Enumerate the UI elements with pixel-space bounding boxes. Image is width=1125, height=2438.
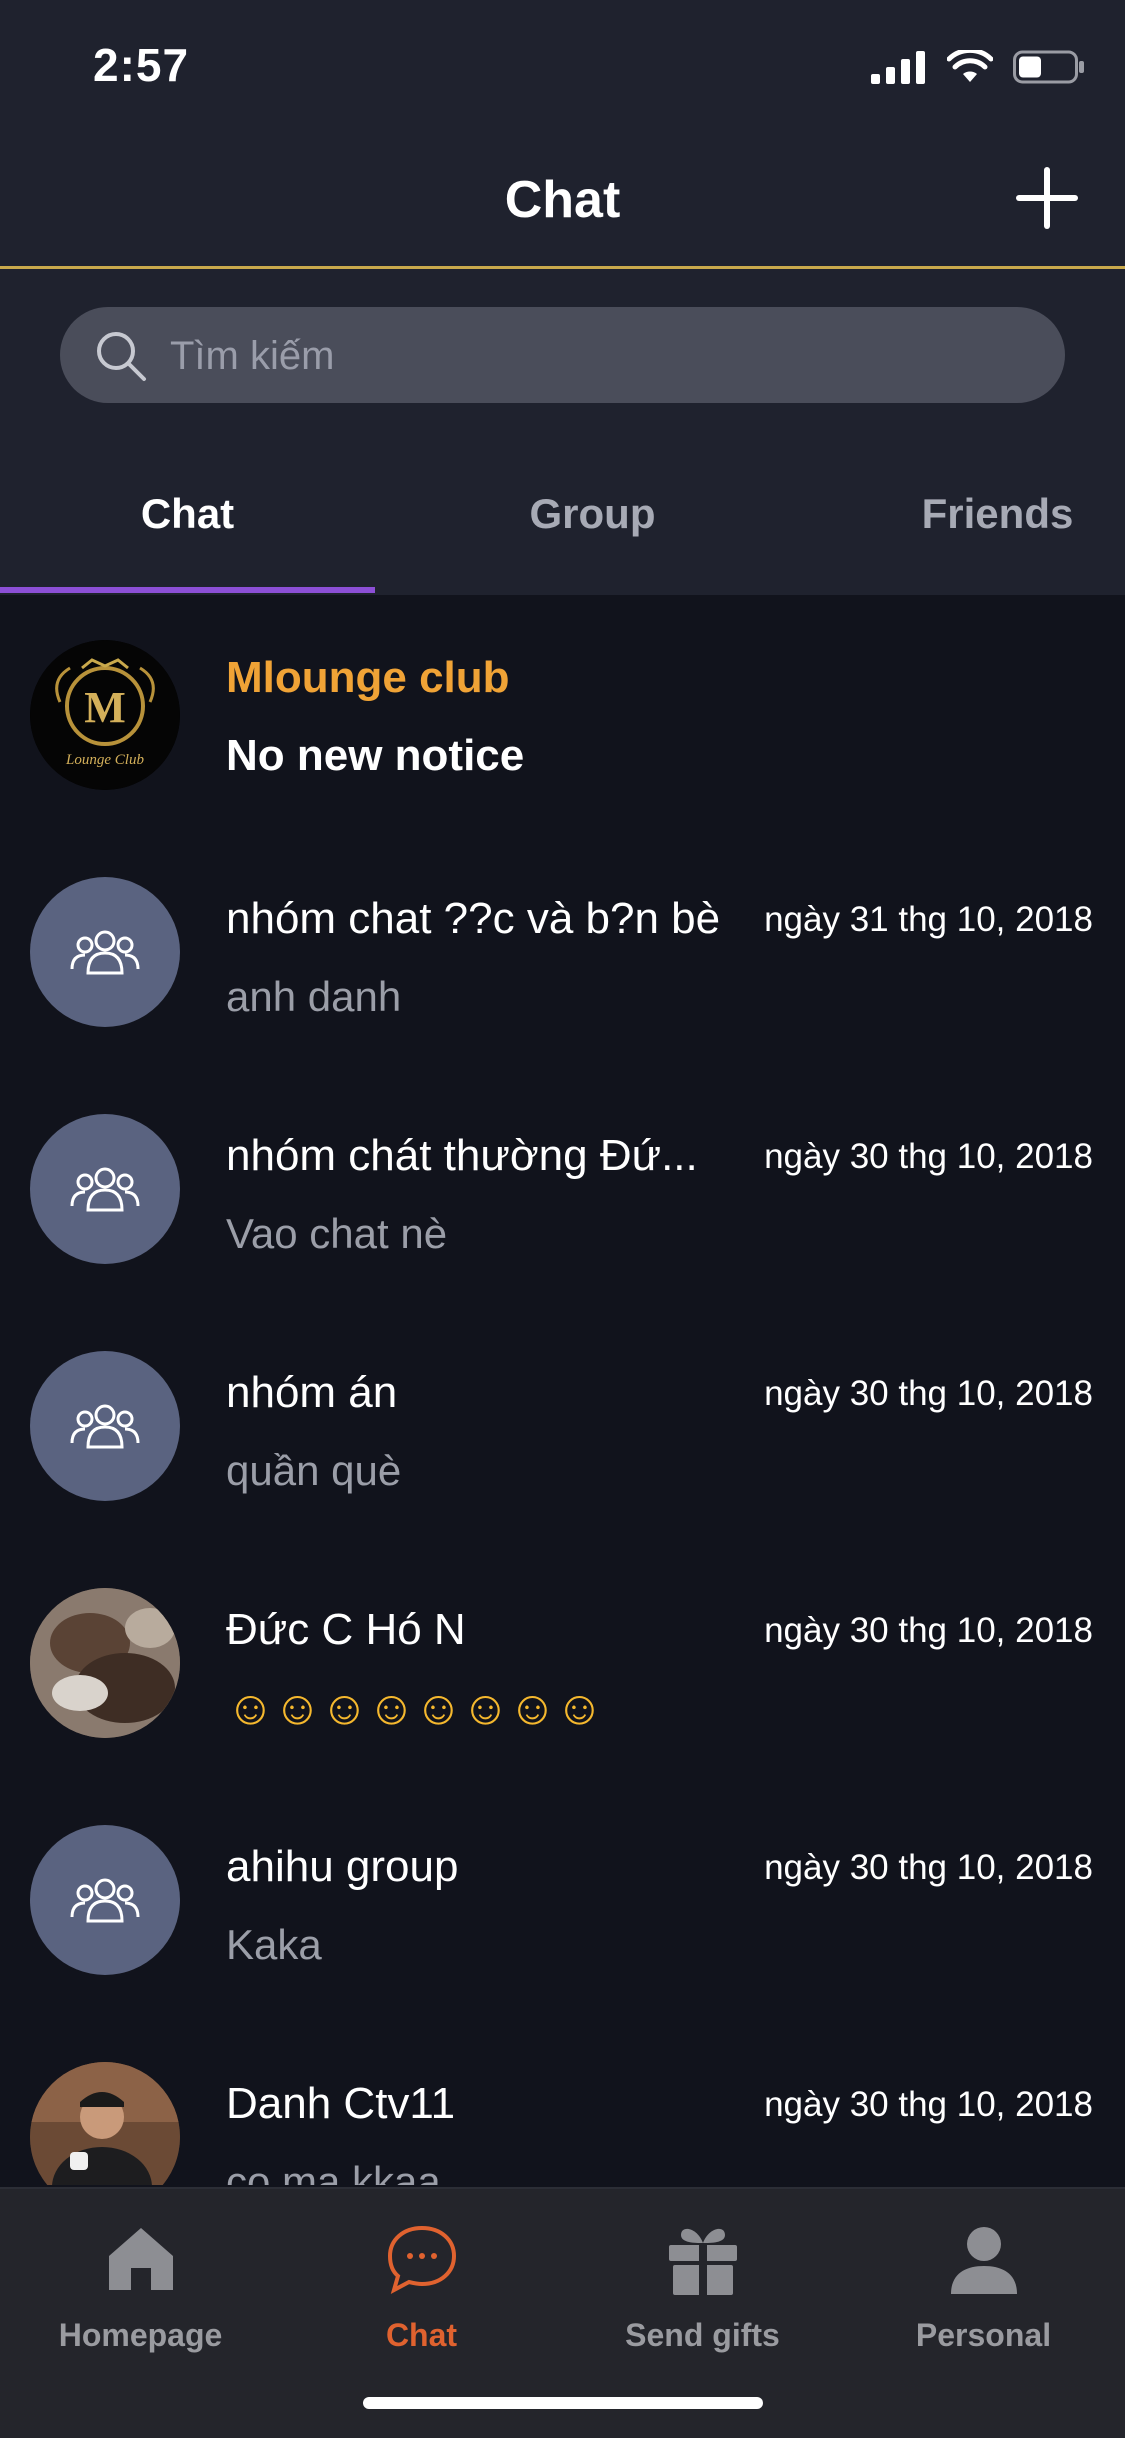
gift-icon — [668, 2228, 737, 2295]
profile-photo — [30, 2062, 180, 2185]
conversation-title: Danh Ctv11 — [226, 2079, 456, 2128]
tab-friends[interactable]: Friends — [810, 439, 1125, 589]
group-avatar — [30, 1825, 180, 1975]
conversation-message: co ma kkaa — [226, 2158, 441, 2185]
group-avatar — [30, 1114, 180, 1264]
svg-text:Lounge Club: Lounge Club — [65, 752, 144, 768]
conversation-title: nhóm chát thường Đứ... — [226, 1131, 698, 1180]
nav-homepage[interactable]: Homepage — [0, 2209, 281, 2354]
group-icon — [70, 1167, 140, 1212]
home-indicator — [363, 2397, 763, 2409]
conversation-date: ngày 30 thg 10, 2018 — [764, 1848, 1093, 1887]
conversation-date: ngày 30 thg 10, 2018 — [764, 1137, 1093, 1176]
conversation-date: ngày 30 thg 10, 2018 — [764, 2085, 1093, 2124]
conversation-title: ahihu group — [226, 1842, 459, 1891]
conversation-row[interactable]: nhóm án quần què ngày 30 thg 10, 2018 — [0, 1306, 1125, 1543]
status-time: 2:57 — [93, 39, 190, 91]
conversation-date: ngày 30 thg 10, 2018 — [764, 1374, 1093, 1413]
status-icons — [871, 50, 1085, 84]
nav-label: Personal — [915, 2317, 1052, 2353]
page-title: Chat — [504, 171, 621, 229]
signal-icon — [871, 51, 925, 84]
status-bar: 2:57 — [0, 0, 1125, 130]
nav-personal[interactable]: Personal — [843, 2209, 1124, 2354]
add-icon[interactable] — [1015, 166, 1079, 230]
conversation-list[interactable]: M Lounge Club Mlounge club No new notice… — [0, 595, 1125, 2185]
group-avatar — [30, 877, 180, 1027]
notice-subtitle: No new notice — [226, 731, 525, 780]
svg-text:M: M — [84, 683, 126, 732]
person-icon — [950, 2227, 1017, 2294]
avatar — [30, 2062, 180, 2185]
search-input[interactable] — [168, 307, 1032, 405]
conversation-title: nhóm án — [226, 1368, 398, 1417]
conversation-row[interactable]: Danh Ctv11 co ma kkaa ngày 30 thg 10, 20… — [0, 2017, 1125, 2185]
notice-title: Mlounge club — [226, 653, 510, 702]
conversation-date: ngày 31 thg 10, 2018 — [764, 900, 1093, 939]
nav-label: Homepage — [58, 2317, 223, 2353]
conversation-row[interactable]: ahihu group Kaka ngày 30 thg 10, 2018 — [0, 1780, 1125, 2017]
conversation-message: Kaka — [226, 1921, 322, 1968]
search-and-tabs-area: Chat Group Friends — [0, 269, 1125, 595]
conversation-row[interactable]: Đức C Hó N ☺☺☺☺☺☺☺☺ ngày 30 thg 10, 2018 — [0, 1543, 1125, 1780]
nav-label: Send gifts — [625, 2317, 780, 2353]
battery-icon — [1013, 50, 1084, 84]
tab-group[interactable]: Group — [405, 439, 780, 589]
group-icon — [70, 1404, 140, 1449]
conversation-message: Vao chat nè — [226, 1210, 448, 1257]
tab-chat[interactable]: Chat — [0, 439, 375, 589]
search-icon — [97, 332, 146, 381]
wifi-icon — [947, 50, 993, 82]
nav-label: Chat — [385, 2317, 458, 2353]
conversation-title: Đức C Hó N — [226, 1605, 466, 1654]
conversation-row[interactable]: nhóm chát thường Đứ... Vao chat nè ngày … — [0, 1069, 1125, 1306]
conversation-date: ngày 30 thg 10, 2018 — [764, 1611, 1093, 1650]
club-logo-icon: M Lounge Club — [30, 640, 180, 790]
profile-photo — [30, 1588, 180, 1738]
group-avatar — [30, 1351, 180, 1501]
search-box[interactable] — [60, 307, 1065, 405]
notice-row[interactable]: M Lounge Club Mlounge club No new notice — [0, 595, 1125, 832]
active-tab-indicator — [0, 587, 375, 593]
nav-chat[interactable]: Chat — [281, 2209, 562, 2354]
conversation-title: nhóm chat ??c và b?n bè — [226, 894, 721, 943]
chat-bubble-icon — [387, 2225, 456, 2294]
home-icon — [108, 2228, 173, 2290]
conversation-message: quần què — [226, 1447, 402, 1494]
group-icon — [70, 930, 140, 975]
avatar — [30, 1588, 180, 1738]
tab-bar-top: Chat Group Friends — [0, 439, 1125, 589]
club-logo: M Lounge Club — [30, 640, 180, 790]
conversation-message: ☺☺☺☺☺☺☺☺ — [226, 1682, 604, 1735]
conversation-row[interactable]: nhóm chat ??c và b?n bè anh danh ngày 31… — [0, 832, 1125, 1069]
conversation-message: anh danh — [226, 973, 402, 1020]
nav-send-gifts[interactable]: Send gifts — [562, 2209, 843, 2354]
navigation-bar: Chat — [0, 130, 1125, 269]
group-icon — [70, 1878, 140, 1923]
